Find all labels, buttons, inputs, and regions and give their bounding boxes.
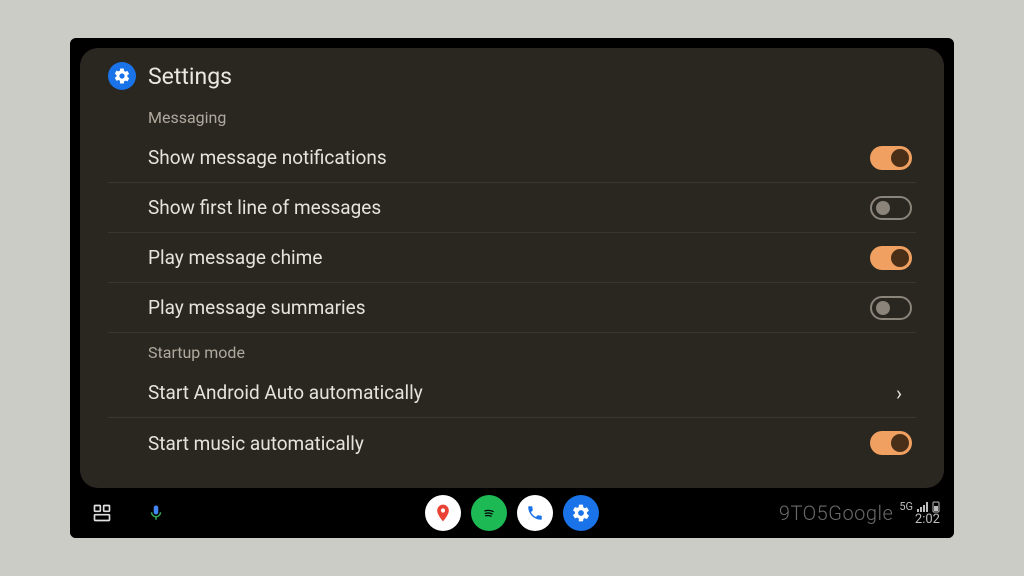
panel-header: Settings (108, 62, 916, 98)
app-launcher-icon[interactable] (84, 495, 120, 531)
row-show-first-line[interactable]: Show first line of messages (108, 183, 916, 233)
clock-text: 2:02 (915, 513, 940, 526)
app-settings-icon[interactable] (563, 495, 599, 531)
row-label: Start music automatically (148, 432, 364, 455)
navigation-bar: 9TO5Google 5G 2:02 (70, 488, 954, 538)
row-label: Play message summaries (148, 296, 366, 319)
row-label: Show message notifications (148, 146, 387, 169)
row-start-music[interactable]: Start music automatically (108, 418, 916, 468)
row-label: Show first line of messages (148, 196, 381, 219)
toggle-play-chime[interactable] (870, 246, 912, 270)
nav-center-apps (425, 495, 599, 531)
row-play-chime[interactable]: Play message chime (108, 233, 916, 283)
app-maps-icon[interactable] (425, 495, 461, 531)
row-play-summaries[interactable]: Play message summaries (108, 283, 916, 333)
device-frame: Settings Messaging Show message notifica… (70, 38, 954, 538)
toggle-play-summaries[interactable] (870, 296, 912, 320)
panel-title: Settings (148, 63, 232, 90)
microphone-icon[interactable] (138, 495, 174, 531)
section-label-startup: Startup mode (108, 333, 916, 368)
app-phone-icon[interactable] (517, 495, 553, 531)
nav-right: 9TO5Google 5G 2:02 (779, 501, 940, 526)
nav-left (84, 495, 174, 531)
row-show-notifications[interactable]: Show message notifications (108, 133, 916, 183)
row-label: Play message chime (148, 246, 322, 269)
watermark-text: 9TO5Google (779, 501, 893, 525)
chevron-right-icon: › (896, 381, 912, 405)
row-start-android-auto[interactable]: Start Android Auto automatically › (108, 368, 916, 418)
row-label: Start Android Auto automatically (148, 381, 423, 404)
settings-panel: Settings Messaging Show message notifica… (80, 48, 944, 488)
section-label-messaging: Messaging (108, 98, 916, 133)
signal-icon (917, 502, 928, 512)
app-spotify-icon[interactable] (471, 495, 507, 531)
status-area: 5G 2:02 (899, 501, 940, 526)
settings-gear-icon (108, 62, 136, 90)
toggle-start-music[interactable] (870, 431, 912, 455)
battery-icon (932, 501, 940, 513)
toggle-show-first-line[interactable] (870, 196, 912, 220)
toggle-show-notifications[interactable] (870, 146, 912, 170)
network-label: 5G (899, 501, 913, 512)
